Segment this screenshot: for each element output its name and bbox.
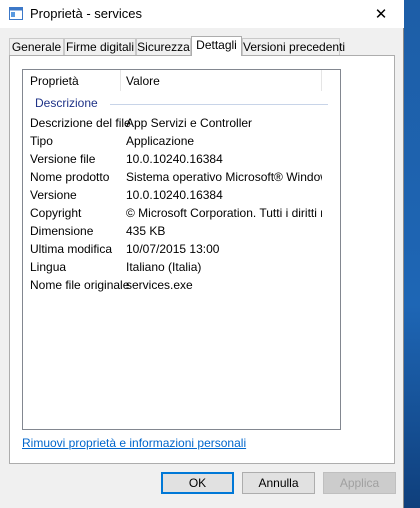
tab-firme-digitali[interactable]: Firme digitali <box>64 38 136 55</box>
window-title: Proprietà - services <box>30 6 142 21</box>
table-row[interactable]: Versione 10.0.10240.16384 <box>23 188 340 206</box>
ok-button[interactable]: OK <box>161 472 234 494</box>
properties-listview[interactable]: Proprietà Valore Descrizione Descrizione… <box>22 69 341 430</box>
property-name: Nome file originale <box>30 278 130 292</box>
property-name: Tipo <box>30 134 53 148</box>
property-value: Italiano (Italia) <box>126 260 202 274</box>
tab-sicurezza[interactable]: Sicurezza <box>136 38 191 55</box>
details-panel: Proprietà Valore Descrizione Descrizione… <box>9 55 395 464</box>
group-divider <box>110 104 328 105</box>
property-value: App Servizi e Controller <box>126 116 253 130</box>
table-row[interactable]: Tipo Applicazione <box>23 134 340 152</box>
tab-versioni-precedenti[interactable]: Versioni precedenti <box>242 38 345 55</box>
property-value: © Microsoft Corporation. Tutti i diritti… <box>126 206 322 220</box>
close-icon: ✕ <box>374 6 388 23</box>
property-value: 435 KB <box>126 224 166 238</box>
property-value: services.exe <box>126 278 193 292</box>
property-name: Nome prodotto <box>30 170 110 184</box>
property-name: Copyright <box>30 206 82 220</box>
property-name: Lingua <box>30 260 67 274</box>
property-value: Applicazione <box>126 134 195 148</box>
table-row[interactable]: Versione file 10.0.10240.16384 <box>23 152 340 170</box>
property-name: Versione <box>30 188 77 202</box>
property-value: 10.0.10240.16384 <box>126 152 223 166</box>
table-row[interactable]: Nome file originale services.exe <box>23 278 340 296</box>
desktop-background <box>404 0 420 508</box>
property-name: Descrizione del file <box>30 116 131 130</box>
cancel-button[interactable]: Annulla <box>242 472 315 494</box>
properties-dialog: Proprietà - services ✕ Generale Firme di… <box>0 0 404 508</box>
table-row[interactable]: Descrizione del file App Servizi e Contr… <box>23 116 340 134</box>
property-value: Sistema operativo Microsoft® Window... <box>126 170 322 184</box>
tab-dettagli[interactable]: Dettagli <box>191 36 242 56</box>
column-header-value[interactable]: Valore <box>126 74 160 88</box>
list-header: Proprietà Valore <box>23 70 340 91</box>
table-row[interactable]: Copyright © Microsoft Corporation. Tutti… <box>23 206 340 224</box>
property-name: Ultima modifica <box>30 242 113 256</box>
property-name: Dimensione <box>30 224 94 238</box>
table-row[interactable]: Nome prodotto Sistema operativo Microsof… <box>23 170 340 188</box>
close-button[interactable]: ✕ <box>358 0 404 28</box>
property-name: Versione file <box>30 152 96 166</box>
title-bar: Proprietà - services ✕ <box>0 0 404 28</box>
group-header-description[interactable]: Descrizione <box>35 96 98 110</box>
table-row[interactable]: Ultima modifica 10/07/2015 13:00 <box>23 242 340 260</box>
tab-generale[interactable]: Generale <box>9 38 64 55</box>
column-divider[interactable] <box>120 70 121 91</box>
table-row[interactable]: Dimensione 435 KB <box>23 224 340 242</box>
property-value: 10.0.10240.16384 <box>126 188 223 202</box>
window-app-icon <box>9 7 23 20</box>
property-value: 10/07/2015 13:00 <box>126 242 220 256</box>
column-header-property[interactable]: Proprietà <box>30 74 79 88</box>
apply-button[interactable]: Applica <box>323 472 396 494</box>
remove-properties-link[interactable]: Rimuovi proprietà e informazioni persona… <box>22 436 246 450</box>
column-divider[interactable] <box>321 70 322 91</box>
table-row[interactable]: Lingua Italiano (Italia) <box>23 260 340 278</box>
